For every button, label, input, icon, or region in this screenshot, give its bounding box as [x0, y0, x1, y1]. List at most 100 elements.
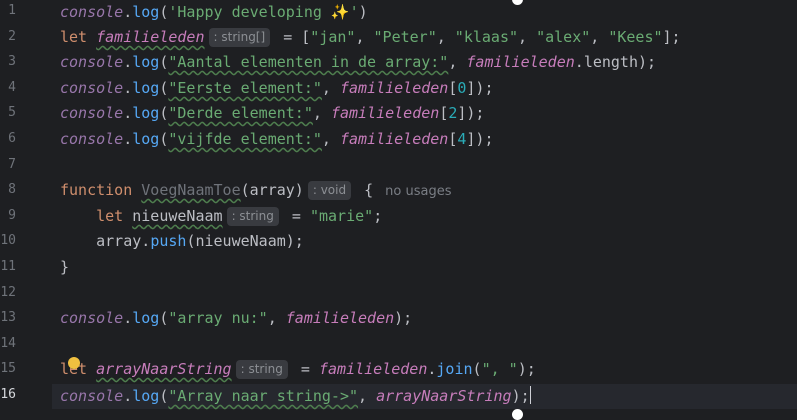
assign: = [282, 207, 310, 225]
line-number: 2 [8, 29, 16, 44]
line-number: 12 [0, 285, 16, 300]
code-line-11[interactable]: } [60, 255, 69, 280]
console-object: console [60, 79, 124, 97]
log-method: log [132, 79, 160, 97]
comma: , [518, 28, 537, 46]
code-line-2[interactable]: let familieleden: string[] = ["jan", "Pe… [60, 25, 681, 50]
bracket-open: [ [439, 104, 449, 122]
push-method: push [150, 232, 187, 250]
string-literal: "Eerste element:" [168, 79, 322, 97]
string-literal: "array nu:" [168, 309, 268, 327]
resize-handle-top[interactable] [512, 0, 523, 5]
comma: , [436, 28, 455, 46]
function-name: VoegNaamToe [141, 181, 241, 199]
lightbulb-icon[interactable] [68, 357, 80, 369]
variable-familieleden: familieleden [319, 360, 428, 378]
variable-familieleden: familieleden [330, 104, 440, 122]
code-line-4[interactable]: console.log("Eerste element:", familiele… [60, 76, 494, 101]
line-number: 6 [8, 131, 16, 146]
paren-open: ( [472, 360, 482, 378]
dot: . [123, 3, 133, 21]
string-literal: "Kees" [608, 28, 663, 46]
code-line-6[interactable]: console.log("vijfde element:", familiele… [60, 127, 494, 152]
log-method: log [132, 3, 160, 21]
line-number-active: 16 [0, 387, 16, 402]
line-number: 5 [8, 105, 16, 120]
assign: = [291, 360, 319, 378]
console-object: console [60, 387, 124, 405]
comma: , [312, 104, 331, 122]
brace-open: { [355, 181, 374, 199]
usages-hint[interactable]: no usages [385, 184, 451, 199]
comma: , [358, 387, 377, 405]
dot: . [123, 104, 133, 122]
dot: . [574, 53, 584, 71]
comma: , [590, 28, 609, 46]
statement-end: ); [511, 387, 530, 405]
line-number: 1 [8, 3, 16, 18]
line-number: 7 [8, 157, 16, 172]
variable-familieleden: familieleden [466, 53, 575, 71]
comma: , [321, 79, 340, 97]
resize-handle-bottom[interactable] [512, 409, 523, 420]
type-hint: : string [226, 207, 279, 226]
line-number: 13 [0, 310, 16, 325]
line-number: 11 [0, 259, 16, 274]
string-literal: "Aantal elementen in de array:" [168, 53, 449, 71]
statement-end: ); [517, 360, 536, 378]
log-method: log [132, 53, 160, 71]
line-number: 15 [0, 361, 16, 376]
string-literal: "Array naar string->" [168, 387, 359, 405]
return-type-hint: : void [307, 181, 352, 200]
console-object: console [60, 53, 124, 71]
dot: . [123, 130, 133, 148]
type-hint: : string[] [208, 28, 271, 47]
statement-end: ]; [662, 28, 681, 46]
code-line-15[interactable]: let arrayNaarString: string = familieled… [60, 357, 536, 382]
string-literal: "marie" [309, 207, 374, 225]
comma: , [448, 53, 467, 71]
line-number: 9 [8, 208, 16, 223]
string-literal: 'Happy developing ✨' [168, 3, 359, 21]
dot: . [141, 232, 151, 250]
line-number-gutter: 1 2 3 4 5 6 7 8 9 10 11 12 13 14 15 16 [0, 0, 52, 416]
statement-end: ; [373, 207, 383, 225]
line-number: 4 [8, 80, 16, 95]
variable-arrayNaarString: arrayNaarString [96, 360, 232, 378]
join-method: join [436, 360, 473, 378]
code-line-3[interactable]: console.log("Aantal elementen in de arra… [60, 50, 656, 75]
string-literal: "klaas" [454, 28, 519, 46]
comma: , [267, 309, 286, 327]
log-method: log [132, 387, 160, 405]
variable-familieleden: familieleden [96, 28, 205, 46]
statement-end: ); [394, 309, 413, 327]
code-line-5[interactable]: console.log("Derde element:", familieled… [60, 101, 484, 126]
console-object: console [60, 309, 124, 327]
code-line-1[interactable]: console.log('Happy developing ✨') [60, 0, 368, 25]
code-line-13[interactable]: console.log("array nu:", familieleden); [60, 306, 412, 331]
statement-end: ]); [466, 79, 494, 97]
code-line-16[interactable]: console.log("Array naar string->", array… [60, 384, 531, 409]
assign: = [ [274, 28, 311, 46]
code-line-9[interactable]: let nieuweNaam: string = "marie"; [60, 204, 382, 229]
paren-close: ) [358, 3, 368, 21]
string-literal: ", " [481, 360, 518, 378]
statement-end: ]); [466, 130, 494, 148]
dot: . [123, 387, 133, 405]
array-param: array [96, 232, 142, 250]
comma: , [355, 28, 374, 46]
variable-arrayNaarString: arrayNaarString [376, 387, 512, 405]
text-caret [529, 386, 531, 404]
line-number: 3 [8, 54, 16, 69]
code-line-10[interactable]: array.push(nieuweNaam); [60, 229, 304, 254]
code-line-8[interactable]: function VoegNaamToe(array): void {no us… [60, 178, 452, 203]
code-editor[interactable]: 1 2 3 4 5 6 7 8 9 10 11 12 13 14 15 16 c… [0, 0, 797, 420]
console-object: console [60, 104, 124, 122]
parameters: (array) [240, 181, 304, 199]
console-object: console [60, 130, 124, 148]
dot: . [123, 309, 133, 327]
log-method: log [132, 130, 160, 148]
dot: . [123, 53, 133, 71]
console-object: console [60, 3, 124, 21]
let-keyword: let [60, 28, 88, 46]
